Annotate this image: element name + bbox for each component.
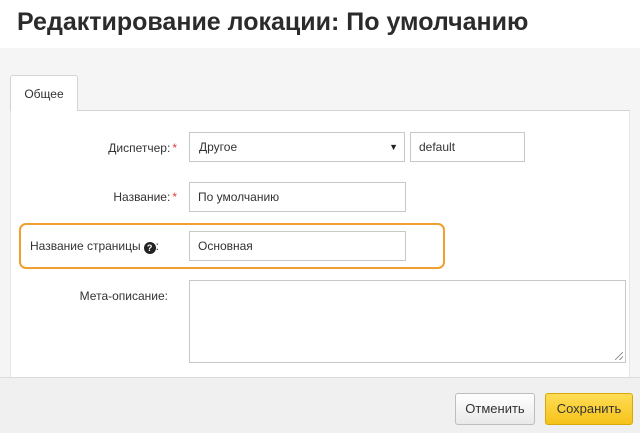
name-label: Название: * — [60, 190, 177, 204]
dispatcher-label-text: Диспетчер: — [108, 141, 171, 155]
page-title-label-suffix: : — [155, 239, 159, 253]
footer-bar — [0, 377, 640, 433]
page-title-label-text: Название страницы — [30, 239, 141, 253]
dispatcher-label: Диспетчер: * — [60, 141, 177, 155]
dispatcher-select[interactable]: Другое ▼ — [189, 132, 405, 162]
name-input[interactable]: По умолчанию — [189, 182, 406, 212]
required-mark: * — [172, 190, 177, 204]
chevron-down-icon: ▼ — [389, 142, 398, 152]
dispatcher-selected-value: Другое — [199, 140, 238, 154]
save-button[interactable]: Сохранить — [545, 393, 633, 425]
resize-handle-icon[interactable] — [615, 352, 623, 360]
page-title-input[interactable]: Основная — [189, 231, 406, 261]
dispatcher-code-input[interactable]: default — [410, 132, 525, 162]
cancel-button[interactable]: Отменить — [455, 393, 535, 425]
required-mark: * — [172, 141, 177, 155]
meta-description-textarea[interactable] — [189, 280, 626, 363]
name-label-text: Название: — [113, 190, 171, 204]
help-icon[interactable]: ? — [143, 242, 156, 254]
tab-bar-divider — [10, 110, 630, 111]
page-title-label: Название страницы?: — [30, 239, 170, 254]
tab-general[interactable]: Общее — [10, 75, 78, 111]
page-title: Редактирование локации: По умолчанию — [17, 8, 529, 36]
meta-description-label: Мета-описание: — [79, 289, 168, 303]
